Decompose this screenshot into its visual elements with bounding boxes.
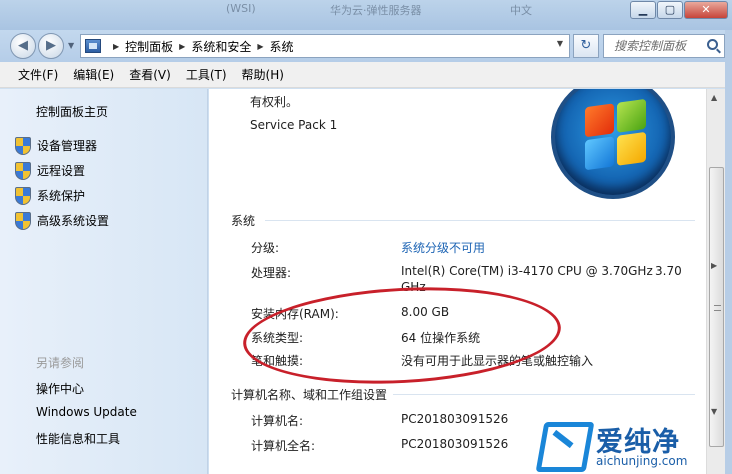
processor-speed-unit: GHz xyxy=(401,280,426,294)
breadcrumb-arrow-icon[interactable]: ▶ xyxy=(113,42,119,51)
pen-touch-label: 笔和触摸: xyxy=(251,354,304,368)
watermark-logo-icon xyxy=(538,418,590,470)
shield-icon xyxy=(14,137,31,155)
search-box[interactable] xyxy=(603,34,725,58)
address-bar[interactable]: ▶ 控制面板 ▶ 系统和安全 ▶ 系统 ▼ xyxy=(80,34,570,58)
window-frame xyxy=(725,30,732,474)
menu-bar: 文件(F) 编辑(E) 查看(V) 工具(T) 帮助(H) xyxy=(0,62,732,88)
menu-edit[interactable]: 编辑(E) xyxy=(73,66,114,83)
computer-name-label: 计算机名: xyxy=(251,414,304,428)
menu-file[interactable]: 文件(F) xyxy=(18,66,58,83)
performance-info-link[interactable]: 性能信息和工具 xyxy=(36,430,120,447)
refresh-button[interactable]: ↻ xyxy=(573,34,599,58)
task-label: 高级系统设置 xyxy=(37,214,110,228)
computer-name-section-title: 计算机名称、域和工作组设置 xyxy=(231,388,388,402)
ram-label: 安装内存(RAM): xyxy=(251,307,339,321)
task-system-protection[interactable]: 系统保护 xyxy=(14,187,86,205)
scroll-marker-icon: ▶ xyxy=(711,261,718,270)
system-section-title: 系统 xyxy=(231,214,256,228)
title-bar: (WSI) 华为云·弹性服务器 中文 ▁ ▢ ✕ xyxy=(0,0,732,30)
close-button[interactable]: ✕ xyxy=(684,1,728,19)
watermark-url: aichunjing.com xyxy=(596,454,688,468)
control-panel-icon xyxy=(85,39,101,53)
rating-link[interactable]: 系统分级不可用 xyxy=(401,239,485,256)
breadcrumb-arrow-icon[interactable]: ▶ xyxy=(257,42,263,51)
menu-tools[interactable]: 工具(T) xyxy=(186,66,227,83)
back-button[interactable]: ◀ xyxy=(10,33,36,59)
shield-icon xyxy=(14,162,31,180)
breadcrumb-control-panel[interactable]: 控制面板 xyxy=(125,38,173,55)
task-pane: 控制面板主页 设备管理器 远程设置 系统保护 高级系统设置 另请参阅 操作中心 … xyxy=(0,89,208,474)
scroll-up-arrow-icon[interactable]: ▲ xyxy=(711,93,717,102)
task-label: 设备管理器 xyxy=(37,139,98,153)
background-window-text: 华为云·弹性服务器 xyxy=(330,4,422,17)
computer-name-value: PC201803091526 xyxy=(401,412,509,426)
system-type-value: 64 位操作系统 xyxy=(401,331,481,345)
minimize-button[interactable]: ▁ xyxy=(630,1,656,19)
task-label: 系统保护 xyxy=(37,189,86,203)
menu-view[interactable]: 查看(V) xyxy=(129,66,171,83)
full-computer-name-value: PC201803091526 xyxy=(401,437,509,451)
service-pack-text: Service Pack 1 xyxy=(250,118,338,132)
section-divider xyxy=(265,220,695,221)
rating-label: 分级: xyxy=(251,241,280,255)
breadcrumb-system-security[interactable]: 系统和安全 xyxy=(191,38,251,55)
grip-icon xyxy=(714,305,721,311)
windows-logo-icon xyxy=(551,89,675,199)
processor-speed-value: 3.70 xyxy=(655,264,682,278)
full-computer-name-label: 计算机全名: xyxy=(251,439,316,453)
pen-touch-value: 没有可用于此显示器的笔或触控输入 xyxy=(401,354,594,368)
recent-pages-chevron-icon[interactable]: ▼ xyxy=(68,41,74,50)
background-window-text: (WSI) xyxy=(226,2,256,15)
copyright-text: 有权利。 xyxy=(250,95,299,109)
address-dropdown-chevron-icon[interactable]: ▼ xyxy=(557,39,563,48)
shield-icon xyxy=(14,187,31,205)
processor-value: Intel(R) Core(TM) i3-4170 CPU @ 3.70GHz xyxy=(401,264,653,278)
navigation-bar: ◀ ▶ ▼ ▶ 控制面板 ▶ 系统和安全 ▶ 系统 ▼ ↻ xyxy=(0,30,732,62)
task-label: 远程设置 xyxy=(37,164,86,178)
search-input[interactable] xyxy=(614,35,704,57)
section-divider xyxy=(393,394,695,395)
task-device-manager[interactable]: 设备管理器 xyxy=(14,137,98,155)
windows-update-link[interactable]: Windows Update xyxy=(36,405,137,419)
menu-help[interactable]: 帮助(H) xyxy=(242,66,284,83)
task-advanced-settings[interactable]: 高级系统设置 xyxy=(14,212,110,230)
search-icon[interactable] xyxy=(707,39,718,50)
control-panel-home-link[interactable]: 控制面板主页 xyxy=(36,103,108,120)
action-center-link[interactable]: 操作中心 xyxy=(36,380,84,397)
see-also-heading: 另请参阅 xyxy=(36,356,85,370)
site-watermark: 爱纯净 aichunjing.com xyxy=(534,414,732,474)
scrollbar-thumb[interactable] xyxy=(709,167,724,447)
background-window-text: 中文 xyxy=(510,4,532,17)
breadcrumb-arrow-icon[interactable]: ▶ xyxy=(179,42,185,51)
window-controls: ▁ ▢ ✕ xyxy=(629,1,728,19)
ram-value: 8.00 GB xyxy=(401,305,450,319)
processor-label: 处理器: xyxy=(251,266,292,280)
breadcrumb-system[interactable]: 系统 xyxy=(270,38,294,55)
system-type-label: 系统类型: xyxy=(251,331,304,345)
shield-icon xyxy=(14,212,31,230)
forward-button[interactable]: ▶ xyxy=(38,33,64,59)
task-remote-settings[interactable]: 远程设置 xyxy=(14,162,86,180)
maximize-button[interactable]: ▢ xyxy=(657,1,683,19)
